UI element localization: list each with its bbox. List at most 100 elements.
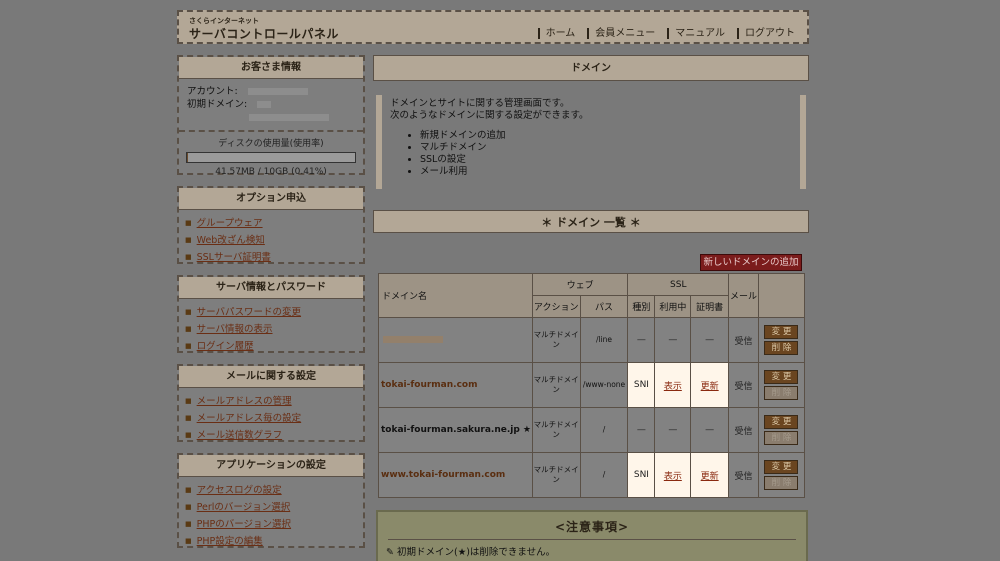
sidebar-title-apps: アプリケーションの設定: [179, 455, 363, 477]
delete-button[interactable]: 削 除: [764, 386, 799, 400]
cell-inuse: 表示: [654, 452, 692, 498]
sidebar-apps: アプリケーションの設定 アクセスログの設定 Perlのバージョン選択 PHPのバ…: [177, 453, 365, 548]
cell-action: マルチドメイン: [531, 407, 581, 453]
th-domain: ドメイン名: [378, 273, 533, 318]
disk-usage: ディスクの使用量(使用率) 41.57MB / 10GB (0.41%): [179, 130, 363, 181]
sidebar-link-groupware[interactable]: グループウェア: [197, 218, 263, 229]
cell-cert: —: [690, 407, 730, 453]
sidebar-item: サーバパスワードの変更: [185, 304, 363, 321]
sidebar-link-mail-manage[interactable]: メールアドレスの管理: [197, 396, 292, 407]
sidebar-title-server: サーバ情報とパスワード: [179, 277, 363, 299]
table-row: www.tokai-fourman.com マルチドメイン / SNI 表示 更…: [378, 452, 806, 498]
cell-path: /: [579, 407, 629, 453]
domain-cell: tokai-fourman.com: [378, 362, 533, 408]
sidebar-link-perl-version[interactable]: Perlのバージョン選択: [197, 502, 291, 513]
ssl-renew-link[interactable]: 更新: [701, 472, 719, 482]
cell-mail: 受信: [728, 362, 759, 408]
nav-logout[interactable]: ログアウト: [737, 28, 801, 39]
sidebar-item: メール送信数グラフ: [185, 427, 363, 444]
sidebar-item: メールアドレス毎の設定: [185, 410, 363, 427]
domain-list-title: ＊ ドメイン 一覧 ＊: [373, 210, 809, 233]
intro-item: SSLの設定: [420, 154, 792, 166]
cell-ops: 変 更 削 除: [757, 407, 806, 453]
table-row: マルチドメイン /line — — — 受信 変 更 削 除: [378, 317, 806, 363]
sidebar-link-ssl-cert[interactable]: SSLサーバ証明書: [197, 252, 271, 263]
cell-cert: 更新: [690, 452, 730, 498]
redacted-domain: [257, 101, 272, 108]
edit-button[interactable]: 変 更: [764, 460, 799, 474]
header-bar: さくらインターネット サーバコントロールパネル ホーム 会員メニュー マニュアル…: [177, 10, 809, 44]
sidebar-item: Web改ざん検知: [185, 232, 363, 249]
delete-button[interactable]: 削 除: [764, 476, 799, 490]
cell-path: /: [579, 452, 629, 498]
intro-item: マルチドメイン: [420, 142, 792, 154]
sidebar-options: オプション申込 グループウェア Web改ざん検知 SSLサーバ証明書: [177, 186, 365, 264]
sidebar-link-server-info[interactable]: サーバ情報の表示: [197, 324, 273, 335]
cell-path: /www-none: [579, 362, 629, 408]
th-ssl: SSL: [627, 273, 730, 296]
cell-inuse: —: [654, 407, 692, 453]
disk-usage-bar: [186, 152, 356, 163]
intro-item: 新規ドメインの追加: [420, 130, 792, 142]
delete-button[interactable]: 削 除: [764, 431, 799, 445]
nav-manual[interactable]: マニュアル: [667, 28, 731, 39]
th-cert: 証明書: [690, 295, 730, 318]
sidebar-link-mail-settings[interactable]: メールアドレス毎の設定: [197, 413, 302, 424]
ssl-show-link[interactable]: 表示: [664, 382, 682, 392]
cell-mail: 受信: [728, 317, 759, 363]
sidebar-item: Perlのバージョン選択: [185, 499, 363, 516]
sidebar-link-mail-graph[interactable]: メール送信数グラフ: [197, 430, 283, 441]
notes-box: <注意事項> ✎ 初期ドメイン(★)は削除できません。: [376, 510, 808, 561]
th-kind: 種別: [627, 295, 656, 318]
account-label: アカウント:: [187, 86, 238, 97]
domain-cell: tokai-fourman.sakura.ne.jp ★: [378, 407, 533, 453]
nav-member-menu[interactable]: 会員メニュー: [587, 28, 661, 39]
sidebar-link-access-log[interactable]: アクセスログの設定: [197, 485, 282, 496]
cell-ops: 変 更 削 除: [757, 317, 806, 363]
cell-cert: 更新: [690, 362, 730, 408]
intro-box: ドメインとサイトに関する管理画面です。 次のようなドメインに関する設定ができます…: [376, 95, 806, 189]
th-path: パス: [579, 295, 629, 318]
domain-cell: [378, 317, 533, 363]
sidebar-item: アクセスログの設定: [185, 482, 363, 499]
initial-domain-label: 初期ドメイン:: [187, 99, 248, 110]
redacted-domain-2: [249, 114, 329, 121]
cell-inuse: 表示: [654, 362, 692, 408]
add-domain-button[interactable]: 新しいドメインの追加: [700, 254, 802, 271]
sidebar-link-password[interactable]: サーバパスワードの変更: [197, 307, 301, 318]
sidebar-item: サーバ情報の表示: [185, 321, 363, 338]
th-inuse: 利用中: [654, 295, 692, 318]
th-ops: [757, 273, 806, 318]
cell-path: /line: [579, 317, 629, 363]
sidebar-item: SSLサーバ証明書: [185, 249, 363, 266]
edit-button[interactable]: 変 更: [764, 370, 799, 384]
intro-item: メール利用: [420, 166, 792, 178]
domain-table: ドメイン名 ウェブ SSL メール アクション パス 種別 利用中 証明書 マル…: [378, 273, 806, 498]
cell-inuse: —: [654, 317, 692, 363]
th-mail: メール: [728, 273, 759, 318]
disk-label: ディスクの使用量(使用率): [218, 139, 324, 149]
sidebar-link-web-tamper[interactable]: Web改ざん検知: [197, 235, 265, 246]
account-box: お客さま情報 アカウント: 初期ドメイン: ディスクの使用量(使用率) 41.5…: [177, 55, 365, 177]
sidebar-link-php-version[interactable]: PHPのバージョン選択: [197, 519, 291, 530]
table-row: tokai-fourman.com マルチドメイン /www-none SNI …: [378, 362, 806, 408]
nav-home[interactable]: ホーム: [537, 28, 582, 39]
cell-action: マルチドメイン: [531, 317, 581, 363]
ssl-show-link[interactable]: 表示: [664, 472, 682, 482]
cell-action: マルチドメイン: [531, 362, 581, 408]
th-web: ウェブ: [531, 273, 629, 296]
cell-mail: 受信: [728, 407, 759, 453]
ssl-renew-link[interactable]: 更新: [701, 382, 719, 392]
edit-button[interactable]: 変 更: [764, 325, 799, 339]
th-action: アクション: [531, 295, 581, 318]
domain-cell: www.tokai-fourman.com: [378, 452, 533, 498]
disk-usage-fill: [187, 153, 188, 162]
sidebar-mail: メールに関する設定 メールアドレスの管理 メールアドレス毎の設定 メール送信数グ…: [177, 364, 365, 442]
redacted-account: [247, 88, 308, 95]
notes-title: <注意事項>: [554, 520, 630, 534]
sidebar-link-login-history[interactable]: ログイン履歴: [197, 341, 254, 352]
edit-button[interactable]: 変 更: [764, 415, 799, 429]
sidebar-link-php-settings[interactable]: PHP設定の編集: [197, 536, 263, 547]
table-row: tokai-fourman.sakura.ne.jp ★ マルチドメイン / —…: [378, 407, 806, 453]
delete-button[interactable]: 削 除: [764, 341, 799, 355]
